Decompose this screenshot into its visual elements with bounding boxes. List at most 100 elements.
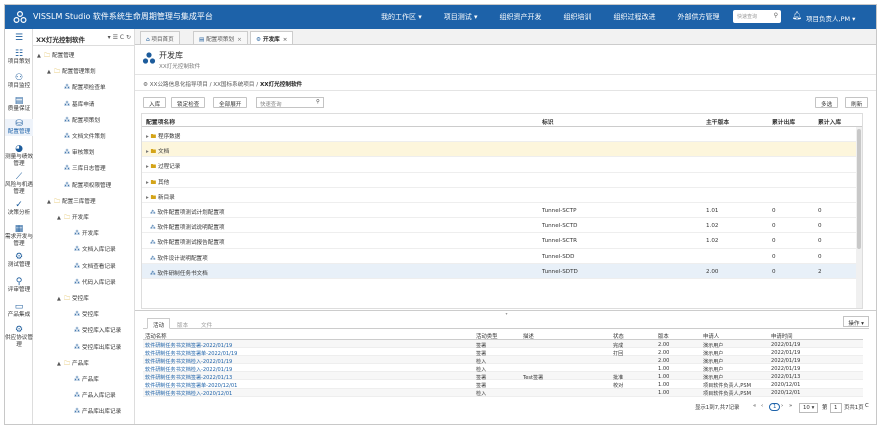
last-page-button[interactable]: » — [789, 403, 792, 409]
collapse-toggle-icon[interactable]: ▲ — [57, 361, 64, 367]
page-size-select[interactable]: 10 ▾ — [799, 403, 819, 413]
tree-node[interactable]: ▲ 🗀︎ 产品库 — [57, 359, 89, 369]
tree-node[interactable]: ⁂ 文档查看记录 — [67, 262, 116, 270]
activity-row[interactable]: 软件研制任务书文档检入-2022/01/19 检入 2.00 演示用户 2022/01/… — [143, 356, 863, 365]
bell-icon[interactable]: 🔔︎ — [792, 11, 802, 20]
grid-row[interactable]: ▸ 🖿︎ 程序数据 — [142, 127, 862, 143]
grid-row[interactable]: ⁂ 软件配置项测试计划配置项 Tunnel-SCTP 1.01 0 0 — [142, 203, 862, 219]
rail-item-monitor[interactable]: ▭ 产品集成 — [5, 302, 33, 319]
collapse-toggle-icon[interactable]: ▲ — [47, 199, 54, 205]
close-icon[interactable]: × — [283, 37, 288, 43]
col-header[interactable]: 描述 — [523, 332, 534, 340]
col-header[interactable]: 申请人 — [703, 332, 719, 340]
tree-node[interactable]: ▲ 🗀︎ 开发库 — [57, 213, 89, 223]
tree-node[interactable]: ⁂ 配置项检查单 — [57, 83, 106, 91]
checkin-button[interactable]: 入库 — [143, 97, 167, 108]
tab-activity[interactable]: 活动 — [147, 318, 171, 329]
panel-splitter[interactable]: ▾ — [135, 310, 876, 316]
tab-project-home[interactable]: ⌂ 项目首页 — [140, 31, 180, 44]
tree-node[interactable]: ⁂ 受控库 — [67, 310, 99, 318]
tab-version[interactable]: 版本 — [171, 318, 194, 329]
tree-node[interactable]: ⁂ 配置项权限管理 — [57, 181, 111, 189]
tree-node[interactable]: ⁂ 配置项策划 — [57, 116, 100, 124]
next-page-button[interactable]: › — [781, 403, 783, 409]
tree-node[interactable]: ⁂ 代码入库记录 — [67, 278, 116, 286]
nav-supplier-management[interactable]: 外部供方管理 — [678, 12, 720, 22]
col-header[interactable]: 状态 — [613, 332, 624, 340]
tree-node[interactable]: ⁂ 文档入库记录 — [67, 245, 116, 253]
rail-item-requirements[interactable]: ▦ 需求开发与管理 — [5, 224, 33, 247]
top-search-input[interactable]: 快速查询 ⚲ — [733, 10, 781, 23]
tree-node[interactable]: ⁂ 产品库 — [67, 375, 99, 383]
tab-config-planning[interactable]: ▤ 配置项策划 × — [193, 31, 248, 44]
grid-row[interactable]: ⁂ 软件研制任务书文档 Tunnel-SDTD 2.00 0 2 — [142, 263, 862, 279]
nav-my-workspace[interactable]: 我的工作区 ▾ — [381, 12, 422, 22]
col-header[interactable]: 活动类型 — [476, 332, 498, 340]
rail-item-gears[interactable]: ⚙ 供应协议管理 — [5, 325, 33, 348]
rail-item-binoculars[interactable]: ⚇ 项目监控 — [5, 73, 33, 90]
tree-node[interactable]: ⁂ 受控库入库记录 — [67, 326, 121, 334]
nav-org-training[interactable]: 组织培训 — [564, 12, 592, 22]
tree-node[interactable]: ⁂ 审核策划 — [57, 148, 94, 156]
prev-page-button[interactable]: ‹ — [761, 403, 763, 409]
grid-row[interactable]: ▸ 🖿︎ 文档 — [142, 142, 862, 158]
lock-check-button[interactable]: 锁定检查 — [171, 97, 206, 108]
rail-item-menu[interactable]: ☰ — [5, 33, 33, 43]
collapse-toggle-icon[interactable]: ▲ — [57, 215, 64, 221]
rail-item-check[interactable]: ✓ 决策分析 — [5, 200, 33, 217]
rail-item-database[interactable]: ⛁ 配置管理 — [5, 119, 33, 136]
scrollbar-thumb[interactable] — [857, 129, 861, 249]
col-header[interactable]: 累计出库 — [772, 117, 795, 126]
activity-row[interactable]: 软件研制任务书文档签署单-2020/12/01 签署 校对 1.00 项目软件负责人,P… — [143, 380, 863, 389]
nav-org-assets[interactable]: 组织资产开发 — [500, 12, 542, 22]
collapse-toggle-icon[interactable]: ▲ — [37, 53, 44, 59]
refresh-page-icon[interactable]: C — [865, 403, 869, 409]
tab-file[interactable]: 文件 — [195, 318, 218, 329]
tree-node[interactable]: ⁂ 产品入库记录 — [67, 391, 116, 399]
multi-select-button[interactable]: 多选 — [815, 97, 839, 108]
col-header[interactable]: 累计入库 — [818, 117, 841, 126]
tree-node[interactable]: ▲ 🗀︎ 受控库 — [57, 294, 89, 304]
col-header[interactable]: 主干版本 — [706, 117, 729, 126]
grid-scrollbar[interactable] — [856, 127, 862, 308]
rail-item-book[interactable]: ▤ 质量保证 — [5, 96, 33, 113]
activity-row[interactable]: 软件研制任务书文档检入-2022/01/19 检入 1.00 演示用户 2022/01/… — [143, 364, 863, 373]
activity-row[interactable]: 软件研制任务书文档签署单-2022/01/19 签署 打回 2.00 演示用户 2022/… — [143, 348, 863, 357]
grid-row[interactable]: ▸ 🖿︎ 新目录 — [142, 188, 862, 203]
rail-item-magnifier[interactable]: ⚲ 评审管理 — [5, 277, 33, 294]
collapse-toggle-icon[interactable]: ▲ — [57, 296, 64, 302]
grid-row[interactable]: ▸ 🖿︎ 过程记录 — [142, 157, 862, 173]
tree-node[interactable]: ▲ 🗀︎ 配置管理 — [37, 51, 74, 61]
rail-item-project-plan[interactable]: ☷ 项目策划 — [5, 49, 33, 66]
tree-tools[interactable]: ▾ ☰ C ↻ — [108, 34, 131, 41]
nav-project-test[interactable]: 项目测试 ▾ — [444, 12, 478, 22]
grid-row[interactable]: ⁂ 软件配置项测试说明配置项 Tunnel-SCTD 1.02 0 0 — [142, 218, 862, 234]
breadcrumb-item[interactable]: XX国标系统项目 — [213, 82, 254, 88]
activity-row[interactable]: 软件研制任务书文档签署-2022/01/13 签署 Test签署 批准 1.00 演示用户… — [143, 372, 863, 381]
tree-node[interactable]: ⁂ 基库申请 — [57, 100, 94, 108]
breadcrumb-item[interactable]: XX公路信息化指导项目 — [150, 82, 208, 88]
tree-node[interactable]: ⁂ 开发库 — [67, 229, 99, 237]
rail-item-gear[interactable]: ⚙ 测试管理 — [5, 252, 33, 269]
search-icon[interactable]: ⚲ — [316, 99, 320, 105]
tree-node[interactable]: ⁂ 三库日志管理 — [57, 164, 106, 172]
page-number-button[interactable]: 1 — [769, 403, 781, 411]
user-menu[interactable]: 项目负责人,PM ▾ — [806, 13, 855, 23]
collapse-toggle-icon[interactable]: ▲ — [47, 69, 54, 75]
cell-activity-name[interactable]: 软件研制任务书文档检入-2020/12/01 — [145, 390, 232, 397]
col-header[interactable]: 申请时间 — [771, 332, 793, 340]
tree-node[interactable]: ⁂ 产品库出库记录 — [67, 407, 121, 415]
tree-node[interactable]: ▲ 🗀︎ 配置三库管理 — [47, 197, 96, 207]
tree-node[interactable]: ⁂ 受控库出库记录 — [67, 343, 121, 351]
nav-process-improvement[interactable]: 组织过程改进 — [614, 12, 656, 22]
expand-all-button[interactable]: 全部展开 — [213, 97, 248, 108]
col-header[interactable]: 版本 — [658, 332, 669, 340]
first-page-button[interactable]: « — [753, 403, 756, 409]
grid-row[interactable]: ⁂ 软件设计说明配置项 Tunnel-SDD 0 0 — [142, 249, 862, 264]
operations-dropdown[interactable]: 操作 ▾ — [843, 316, 869, 327]
activity-row[interactable]: 软件研制任务书文档检入-2020/12/01 检入 1.00 项目软件负责人,PSM 2… — [143, 388, 863, 397]
refresh-button[interactable]: 刷新 — [845, 97, 869, 108]
rail-item-line-chart[interactable]: ⟋ 风险与机遇管理 — [5, 172, 33, 195]
close-icon[interactable]: × — [237, 37, 242, 43]
rail-item-pie-chart[interactable]: ◕ 测量与绩效管理 — [5, 144, 33, 167]
